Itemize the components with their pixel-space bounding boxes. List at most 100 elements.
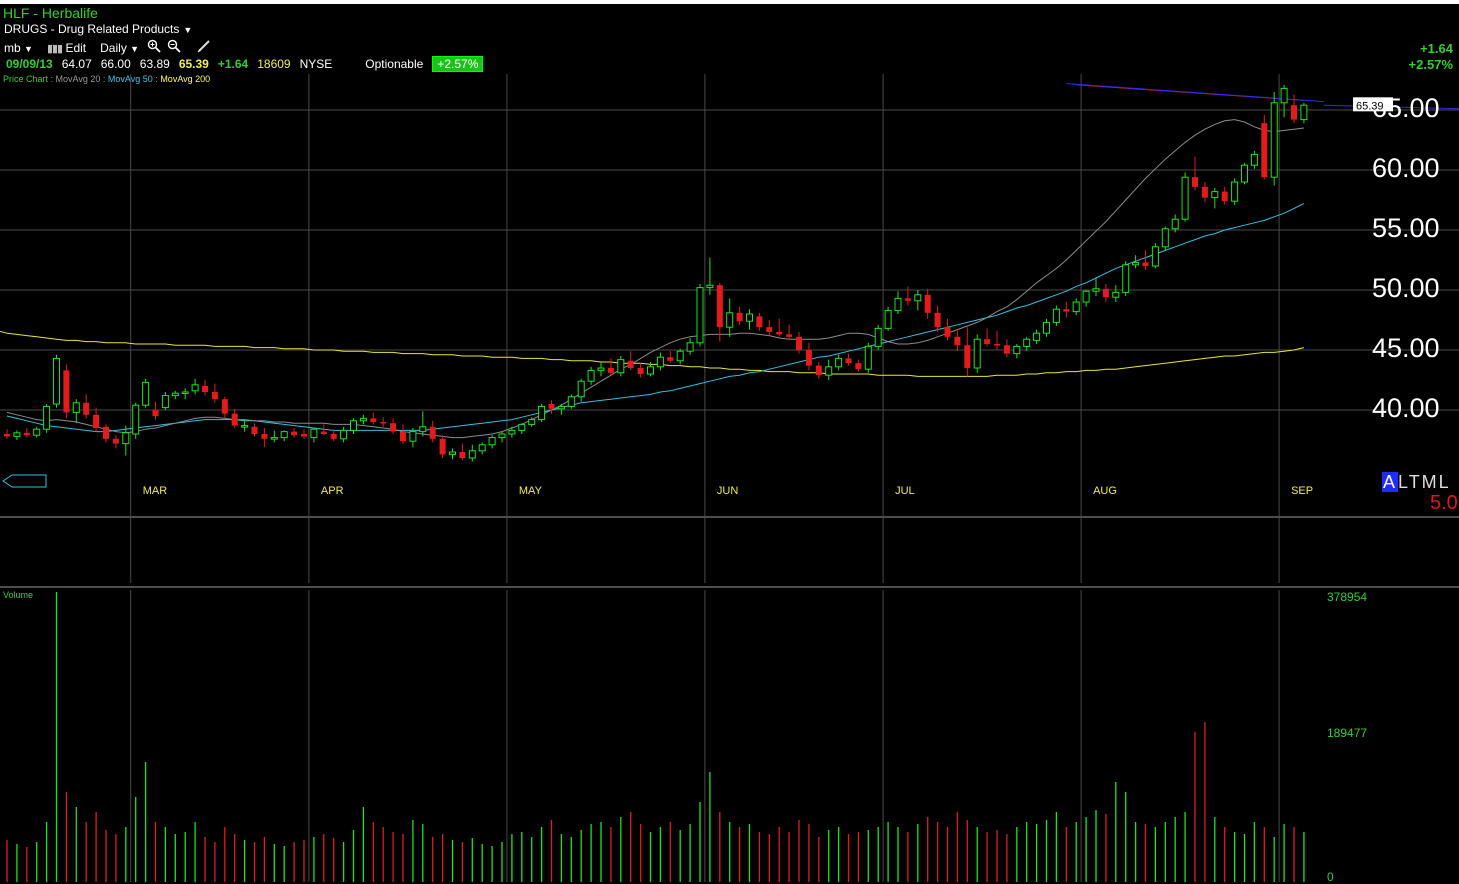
candle-up — [72, 402, 80, 413]
candle-down — [23, 432, 30, 436]
candle-up — [676, 350, 684, 362]
candle-up — [409, 431, 417, 442]
candle-down — [766, 327, 773, 332]
candle-down — [736, 312, 743, 322]
candle-up — [191, 384, 199, 392]
altml-indicator[interactable]: ALTML — [1382, 472, 1451, 493]
candle-down — [1003, 345, 1010, 354]
candle-up — [1023, 338, 1031, 347]
candle-down — [667, 357, 674, 361]
candle-down — [83, 402, 90, 415]
candle-up — [726, 312, 734, 328]
altml-value: 5.0 — [1430, 492, 1458, 514]
candle-down — [716, 285, 723, 328]
candle-up — [1211, 191, 1219, 199]
candle-up — [696, 287, 704, 344]
candle-down — [152, 410, 159, 416]
candle-down — [439, 438, 446, 455]
volume-panel-label: Volume — [3, 590, 34, 600]
candle-up — [973, 338, 981, 369]
candle-down — [330, 434, 337, 439]
candle-down — [756, 316, 763, 328]
candle-up — [557, 405, 565, 410]
candle-down — [924, 294, 931, 313]
candle-up — [1043, 321, 1050, 334]
candle-up — [161, 395, 169, 409]
candle-up — [13, 432, 21, 437]
volume-tick-mid: 189477 — [1327, 726, 1368, 740]
candle-up — [647, 366, 654, 375]
candle-up — [617, 359, 625, 374]
month-label: SEP — [1291, 485, 1313, 497]
candle-down — [112, 438, 119, 444]
candle-up — [488, 437, 496, 446]
candle-up — [508, 429, 516, 435]
candle-up — [587, 369, 595, 382]
month-label: AUG — [1093, 485, 1117, 497]
candle-up — [597, 367, 605, 371]
candle-up — [825, 366, 833, 376]
candle-down — [261, 434, 268, 439]
candle-up — [706, 284, 714, 289]
candle-up — [241, 425, 249, 428]
month-label: JUL — [895, 485, 915, 497]
candle-up — [1112, 291, 1120, 298]
candle-up — [1181, 176, 1189, 220]
candle-up — [1092, 288, 1100, 292]
candle-down — [202, 386, 208, 392]
candle-up — [1250, 153, 1258, 166]
candle-down — [627, 360, 634, 368]
price-axis-label: 40.00 — [1372, 393, 1440, 423]
candle-down — [221, 399, 228, 414]
candle-up — [142, 381, 150, 406]
candle-down — [1192, 177, 1198, 187]
candle-down — [954, 336, 961, 346]
candle-up — [656, 356, 664, 368]
candle-up — [1052, 308, 1060, 323]
ma50-line — [6, 203, 1305, 433]
candle-down — [855, 363, 862, 370]
candle-up — [270, 437, 278, 440]
candle-up — [864, 345, 872, 370]
price-axis-label: 60.00 — [1372, 153, 1440, 183]
candle-down — [103, 426, 109, 439]
month-label: APR — [321, 485, 344, 497]
candle-down — [786, 334, 793, 337]
candle-up — [468, 450, 476, 459]
month-label: MAR — [143, 485, 168, 497]
price-axis-label: 50.00 — [1372, 273, 1440, 303]
candle-down — [1201, 186, 1208, 198]
candle-down — [291, 431, 298, 436]
candle-up — [894, 297, 902, 311]
candle-down — [251, 426, 258, 434]
candle-down — [815, 365, 822, 376]
candle-up — [1082, 290, 1090, 303]
price-axis-label: 45.00 — [1372, 333, 1440, 363]
candle-up — [1132, 261, 1140, 266]
candle-down — [796, 336, 802, 350]
ma200-line — [6, 332, 1305, 377]
altml-rest-label: LTML — [1398, 472, 1451, 492]
candle-up — [914, 294, 922, 302]
candle-up — [528, 419, 536, 425]
candle-up — [874, 327, 882, 347]
candle-down — [211, 392, 218, 400]
month-label: MAY — [519, 485, 543, 497]
candle-up — [171, 392, 179, 397]
candle-up — [746, 313, 753, 322]
candle-up — [577, 380, 585, 398]
candle-down — [93, 414, 100, 428]
candle-up — [1151, 246, 1159, 267]
candle-down — [984, 339, 991, 344]
candle-up — [53, 357, 60, 405]
candle-down — [944, 327, 951, 337]
ma20-line — [6, 119, 1304, 439]
candle-up — [350, 420, 357, 431]
ma200-line — [0, 330, 8, 334]
candle-down — [994, 344, 1000, 346]
candle-up — [359, 417, 367, 422]
candle-down — [63, 370, 70, 413]
volume-tick-max: 378954 — [1327, 590, 1368, 604]
price-chart[interactable]: MAR APR MAY JUN JUL AUG SEP 40.00 45.00 50.00 55.0… — [0, 0, 1459, 882]
candle-up — [478, 444, 486, 452]
